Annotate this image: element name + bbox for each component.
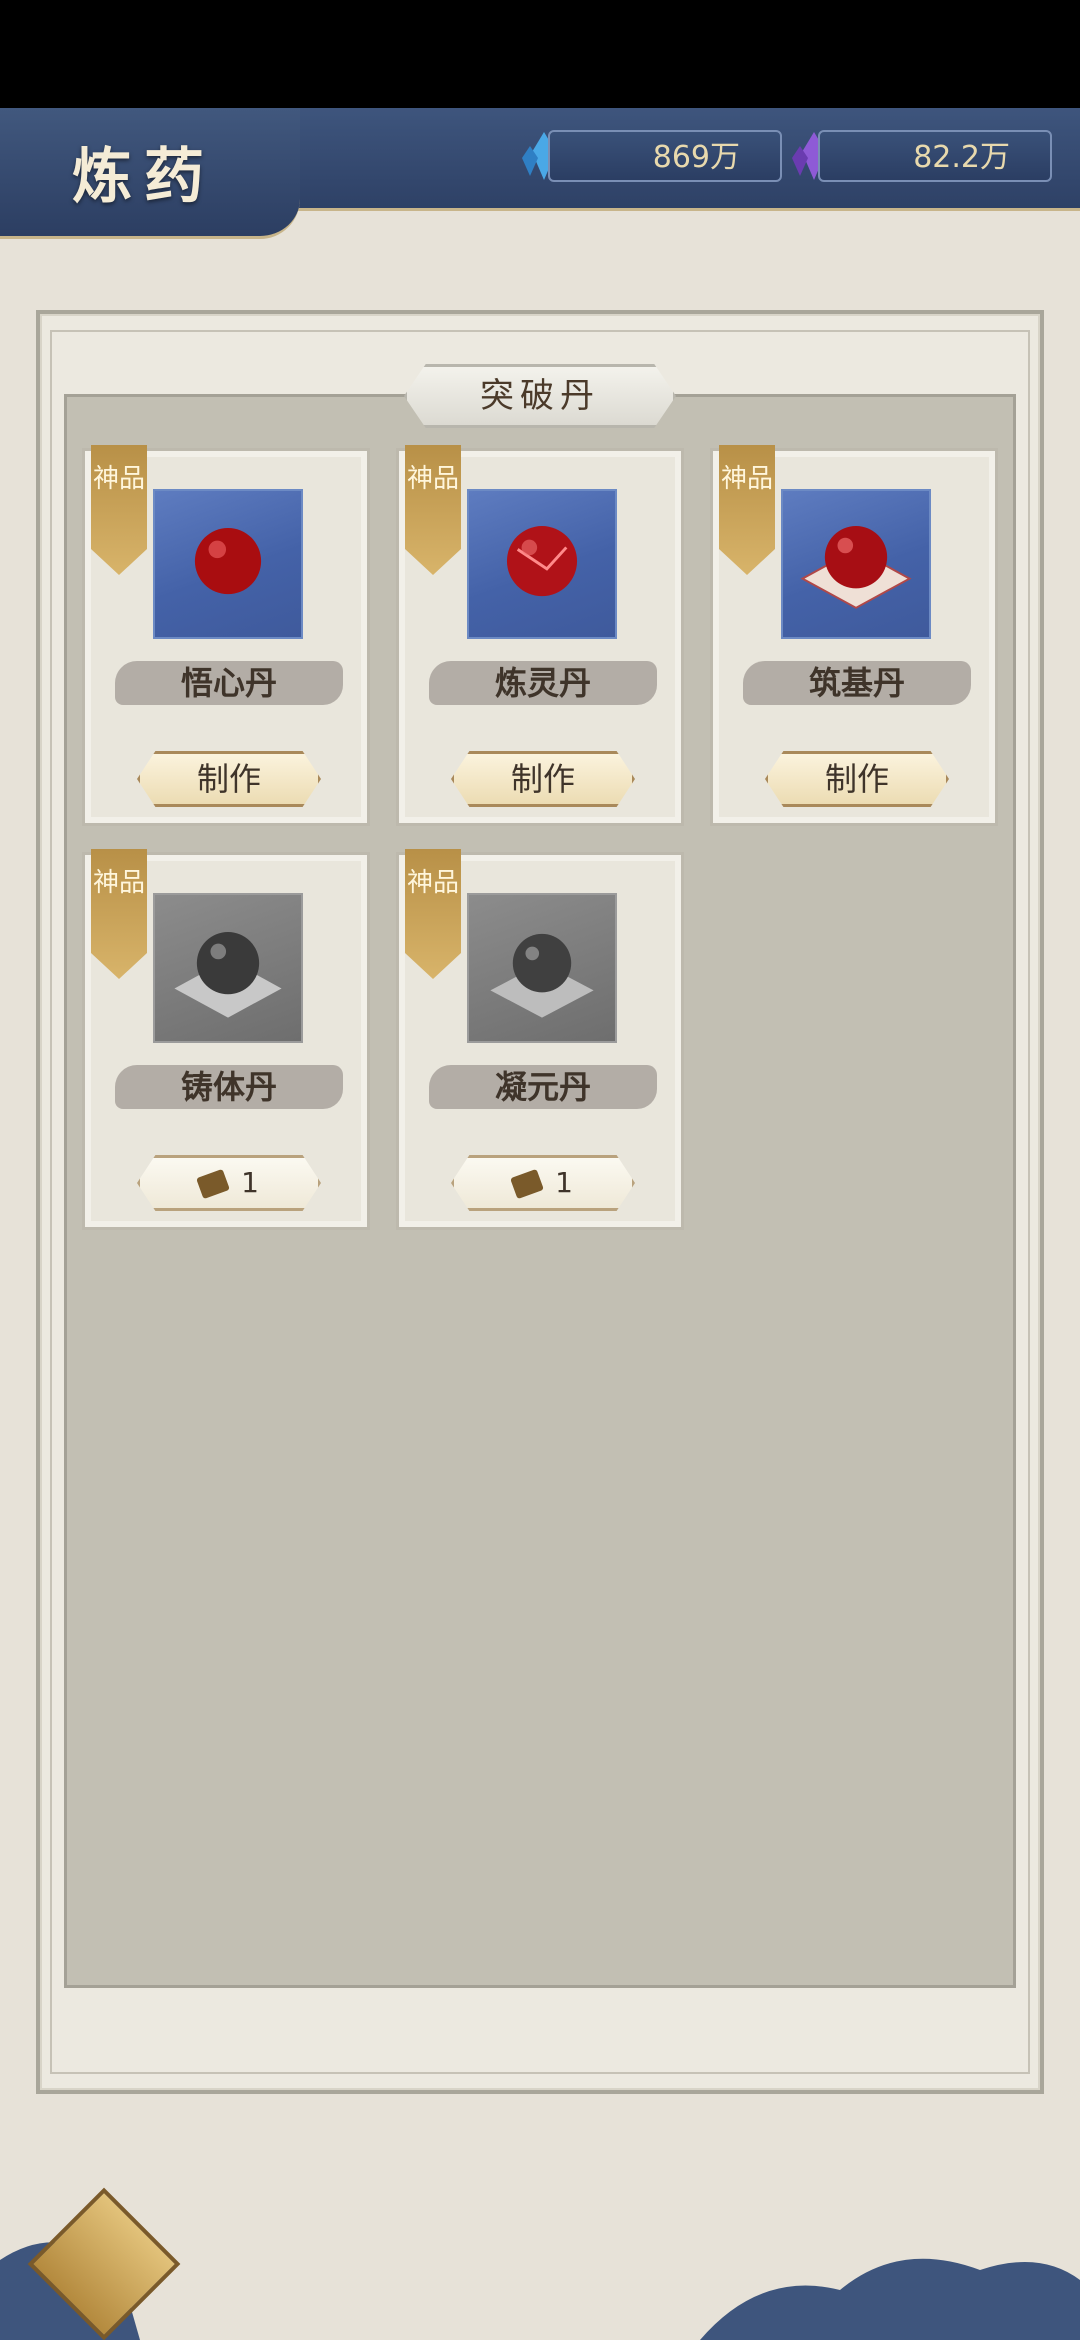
pill-card[interactable]: 神品 炼灵丹 制作 xyxy=(396,445,684,826)
grade-ribbon: 神品 xyxy=(91,445,147,575)
craft-button[interactable]: 制作 xyxy=(451,751,635,807)
pill-image xyxy=(467,893,617,1043)
pill-image xyxy=(153,489,303,639)
pill-image xyxy=(153,893,303,1043)
pill-name: 铸体丹 xyxy=(115,1065,343,1109)
pill-image xyxy=(781,489,931,639)
grade-ribbon: 神品 xyxy=(405,445,461,575)
cost-button[interactable]: 1 xyxy=(451,1155,635,1211)
pill-name: 炼灵丹 xyxy=(429,661,657,705)
craft-button[interactable]: 制作 xyxy=(137,751,321,807)
pill-image xyxy=(467,489,617,639)
craft-button[interactable]: 制作 xyxy=(765,751,949,807)
grade-ribbon: 神品 xyxy=(719,445,775,575)
grade-ribbon: 神品 xyxy=(91,849,147,979)
currency-purple-crystal[interactable]: 82.2万 xyxy=(818,130,1052,182)
grade-ribbon: 神品 xyxy=(405,849,461,979)
pill-card[interactable]: 神品 悟心丹 制作 xyxy=(82,445,370,826)
section-title: 突破丹 xyxy=(404,364,676,428)
currency-spirit-stone[interactable]: 869万 xyxy=(548,130,782,182)
ticket-icon xyxy=(510,1168,544,1200)
pill-name: 凝元丹 xyxy=(429,1065,657,1109)
status-bar-area xyxy=(0,0,1080,108)
pill-card-locked[interactable]: 神品 凝元丹 1 xyxy=(396,849,684,1230)
cost-value: 1 xyxy=(241,1166,259,1199)
pill-card[interactable]: 神品 筑基丹 制作 xyxy=(710,445,998,826)
cost-button[interactable]: 1 xyxy=(137,1155,321,1211)
ticket-icon xyxy=(196,1168,230,1200)
page-title: 炼药 xyxy=(72,142,216,212)
pill-card-locked[interactable]: 神品 铸体丹 1 xyxy=(82,849,370,1230)
pill-name: 筑基丹 xyxy=(743,661,971,705)
pill-name: 悟心丹 xyxy=(115,661,343,705)
cost-value: 1 xyxy=(555,1166,573,1199)
